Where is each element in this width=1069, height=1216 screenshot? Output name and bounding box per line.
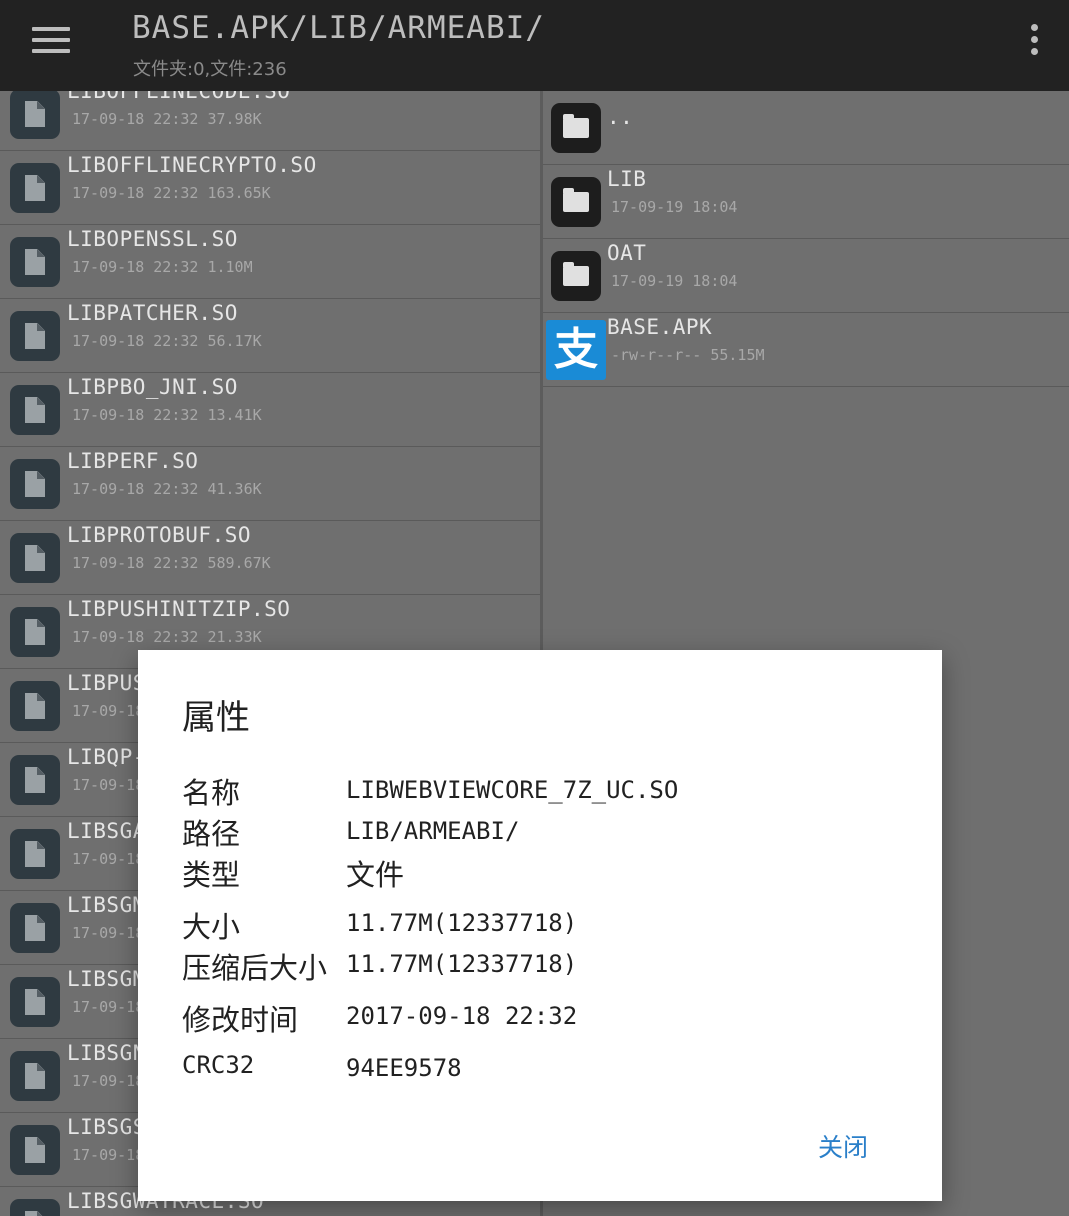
prop-label-type: 类型 (182, 858, 241, 892)
file-meta: 17-09-18 (72, 702, 145, 720)
prop-label-compressed-size: 压缩后大小 (182, 951, 328, 985)
file-meta: 17-09-18 (72, 776, 145, 794)
folder-icon (551, 103, 601, 153)
prop-value-name: LIBWEBVIEWCORE_7Z_UC.SO (346, 776, 679, 804)
file-meta: 17-09-18 22:32 37.98K (72, 110, 262, 128)
prop-value-size: 11.77M(12337718) (346, 909, 578, 937)
file-meta: 17-09-18 (72, 1072, 145, 1090)
file-meta: 17-09-18 (72, 850, 145, 868)
file-row[interactable]: LIBPERF.SO 17-09-18 22:32 41.36K (0, 447, 540, 521)
alipay-app-icon: 支 (546, 320, 606, 380)
file-name: LIBPROTOBUF.SO (67, 523, 252, 547)
file-icon (10, 977, 60, 1027)
prop-value-modified: 2017-09-18 22:32 (346, 1002, 578, 1030)
current-path: BASE.APK/LIB/ARMEABI/ (132, 10, 545, 46)
parent-folder-row[interactable]: .. (543, 91, 1069, 165)
file-name: LIBOFFLINECRYPTO.SO (67, 153, 317, 177)
file-name: BASE.APK (607, 315, 713, 339)
file-meta: 17-09-18 22:32 13.41K (72, 406, 262, 424)
prop-label-modified: 修改时间 (182, 1003, 299, 1037)
top-app-bar: BASE.APK/LIB/ARMEABI/ 文件夹:0,文件:236 (0, 0, 1069, 91)
folder-name: .. (607, 105, 634, 129)
file-meta: -rw-r--r-- 55.15M (611, 346, 765, 364)
file-meta: 17-09-18 (72, 1146, 145, 1164)
folder-meta: 17-09-19 18:04 (611, 272, 738, 290)
file-meta: 17-09-18 22:32 41.36K (72, 480, 262, 498)
file-meta: 17-09-18 (72, 998, 145, 1016)
file-icon (10, 1051, 60, 1101)
file-meta: 17-09-18 (72, 924, 145, 942)
file-icon (10, 755, 60, 805)
file-row[interactable]: LIBPBO_JNI.SO 17-09-18 22:32 13.41K (0, 373, 540, 447)
prop-label-path: 路径 (182, 817, 241, 851)
file-name: LIBPBO_JNI.SO (67, 375, 238, 399)
properties-dialog: 属性 名称 LIBWEBVIEWCORE_7Z_UC.SO 路径 LIB/ARM… (138, 650, 942, 1201)
file-icon (10, 1125, 60, 1175)
file-meta: 17-09-18 22:32 56.17K (72, 332, 262, 350)
file-icon (10, 385, 60, 435)
file-icon (10, 459, 60, 509)
file-icon (10, 903, 60, 953)
prop-value-path: LIB/ARMEABI/ (346, 817, 520, 845)
prop-value-type: 文件 (346, 858, 405, 892)
prop-label-crc32: CRC32 (182, 1051, 255, 1079)
folder-icon (551, 251, 601, 301)
folder-meta: 17-09-19 18:04 (611, 198, 738, 216)
prop-label-size: 大小 (182, 910, 241, 944)
file-icon (10, 1199, 60, 1216)
file-row[interactable]: LIBOFFLINECODE.SO 17-09-18 22:32 37.98K (0, 91, 540, 151)
file-icon (10, 311, 60, 361)
folder-icon (551, 177, 601, 227)
folder-name: OAT (607, 241, 647, 265)
file-row[interactable]: LIBOPENSSL.SO 17-09-18 22:32 1.10M (0, 225, 540, 299)
menu-icon[interactable] (30, 24, 74, 58)
close-button[interactable]: 关闭 (818, 1128, 868, 1164)
file-name: LIBPERF.SO (67, 449, 199, 473)
file-row[interactable]: LIBPATCHER.SO 17-09-18 22:32 56.17K (0, 299, 540, 373)
file-meta: 17-09-18 22:32 1.10M (72, 258, 253, 276)
file-icon (10, 533, 60, 583)
file-icon (10, 607, 60, 657)
file-row[interactable]: LIBPROTOBUF.SO 17-09-18 22:32 589.67K (0, 521, 540, 595)
folder-name: LIB (607, 167, 647, 191)
file-icon (10, 91, 60, 139)
file-meta: 17-09-18 22:32 163.65K (72, 184, 271, 202)
dialog-title: 属性 (182, 698, 250, 738)
file-meta: 17-09-18 22:32 21.33K (72, 628, 262, 646)
prop-label-name: 名称 (182, 776, 241, 810)
file-name: LIBOPENSSL.SO (67, 227, 238, 251)
file-name: LIBPATCHER.SO (67, 301, 238, 325)
folder-row[interactable]: LIB 17-09-19 18:04 (543, 165, 1069, 239)
apk-file-row[interactable]: 支 BASE.APK -rw-r--r-- 55.15M (543, 313, 1069, 387)
file-name: LIBOFFLINECODE.SO (67, 91, 291, 103)
folder-file-counts: 文件夹:0,文件:236 (133, 59, 287, 80)
file-icon (10, 681, 60, 731)
file-name: LIBPUSHINITZIP.SO (67, 597, 291, 621)
more-options-icon[interactable] (1025, 22, 1045, 58)
prop-value-compressed-size: 11.77M(12337718) (346, 950, 578, 978)
file-icon (10, 163, 60, 213)
file-icon (10, 237, 60, 287)
folder-row[interactable]: OAT 17-09-19 18:04 (543, 239, 1069, 313)
prop-value-crc32: 94EE9578 (346, 1054, 462, 1082)
file-meta: 17-09-18 22:32 589.67K (72, 554, 271, 572)
file-icon (10, 829, 60, 879)
file-row[interactable]: LIBOFFLINECRYPTO.SO 17-09-18 22:32 163.6… (0, 151, 540, 225)
